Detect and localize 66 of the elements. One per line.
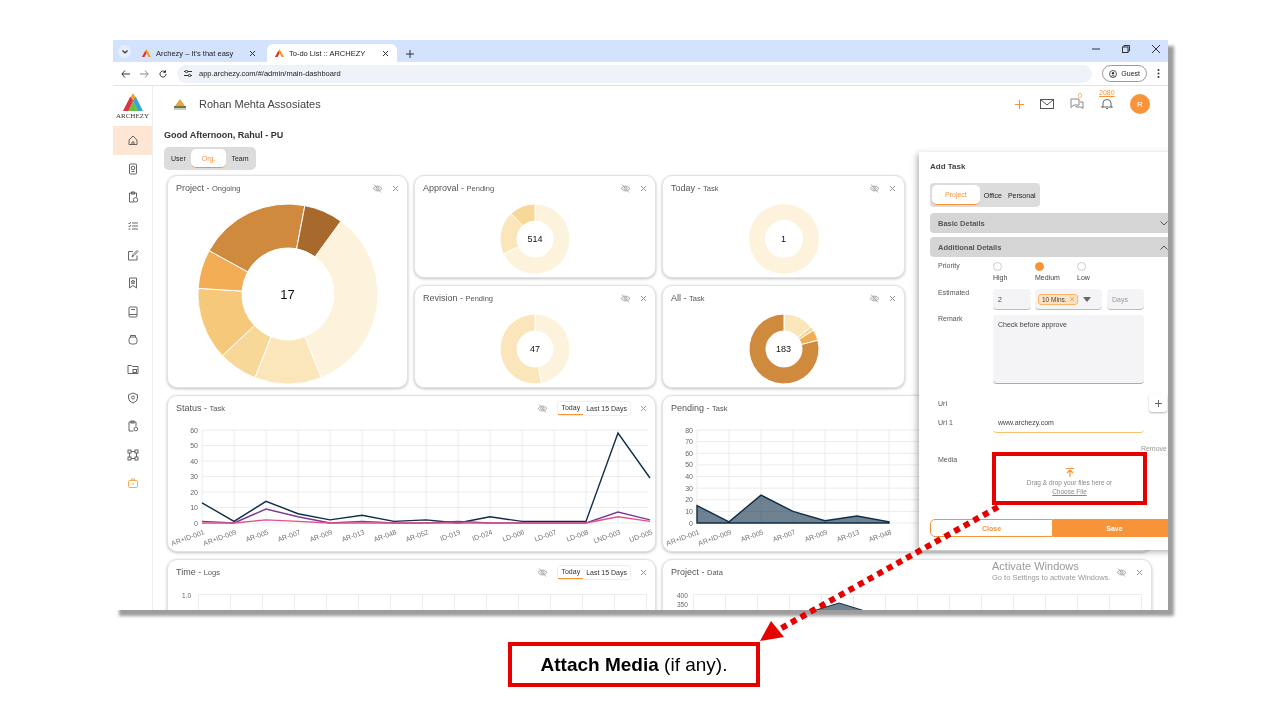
- donut-slice: [748, 203, 819, 274]
- close-icon[interactable]: [1152, 45, 1160, 53]
- cup-icon: [126, 334, 139, 347]
- chevron-up-icon[interactable]: [1160, 244, 1168, 250]
- restore-icon[interactable]: [1122, 45, 1130, 53]
- badge-icon: [126, 162, 139, 175]
- add-icon: [1154, 399, 1162, 407]
- add-icon[interactable]: [1015, 99, 1024, 109]
- hide-icon[interactable]: [620, 183, 631, 193]
- panel-title: Add Task: [930, 162, 967, 173]
- chart-total: 183: [776, 343, 791, 354]
- reload-icon[interactable]: [159, 69, 167, 78]
- archezy-logo-icon: [122, 92, 143, 111]
- more-icon[interactable]: [1157, 69, 1160, 78]
- radio-button[interactable]: [1035, 262, 1044, 271]
- minimize-icon[interactable]: [1092, 45, 1100, 53]
- close-icon[interactable]: [249, 49, 256, 57]
- home-icon: [126, 134, 139, 147]
- company-logo-icon: [172, 97, 188, 111]
- hide-icon[interactable]: [869, 183, 880, 193]
- hide-icon[interactable]: [537, 567, 549, 577]
- hide-icon[interactable]: [1116, 567, 1127, 577]
- network-icon: [126, 448, 139, 461]
- book-icon: [126, 305, 139, 318]
- close-icon[interactable]: [382, 49, 389, 57]
- greeting: Good Afternoon, Rahul - PU: [164, 130, 285, 140]
- activation-title: Activate Windows: [992, 560, 1080, 572]
- dropdown-caret-icon[interactable]: [1082, 296, 1091, 302]
- hide-icon[interactable]: [869, 293, 880, 303]
- forward-icon[interactable]: [140, 69, 149, 78]
- remove-chip-icon[interactable]: [1069, 297, 1074, 301]
- donut-slice: [499, 313, 543, 384]
- radio-button[interactable]: [1077, 262, 1086, 271]
- chevron-down-icon: [121, 49, 128, 54]
- chevron-down-icon[interactable]: [1160, 220, 1168, 226]
- briefcase-icon: [126, 477, 139, 490]
- archezy-logo-icon: [275, 49, 284, 57]
- donut-slice: [221, 324, 272, 378]
- mail-icon[interactable]: [1040, 99, 1054, 109]
- callout-text: Attach Media (if any).: [540, 653, 728, 676]
- clipboard-clock-icon: [126, 191, 139, 204]
- bell-icon[interactable]: [1100, 98, 1114, 110]
- site-info-icon[interactable]: [184, 70, 192, 77]
- add-url-button[interactable]: [1149, 394, 1167, 412]
- hide-icon[interactable]: [537, 403, 549, 413]
- company-name: Rohan Mehta Assosiates: [199, 98, 322, 110]
- upload-icon: [1065, 468, 1074, 477]
- shield-icon: [126, 391, 139, 404]
- chart-total: 1: [781, 233, 786, 244]
- bookmark-icon: [126, 277, 139, 290]
- hide-icon[interactable]: [620, 293, 631, 303]
- hide-icon[interactable]: [372, 183, 383, 193]
- radio-button[interactable]: [993, 262, 1002, 271]
- back-icon[interactable]: [121, 69, 130, 78]
- edit-icon: [126, 248, 139, 261]
- archezy-logo-icon: [142, 49, 151, 57]
- chart-total: 17: [280, 286, 295, 301]
- chart-total: 47: [530, 343, 540, 354]
- person-icon: [1109, 69, 1118, 78]
- folder-icon: [126, 363, 139, 376]
- checklist-icon: [126, 220, 139, 233]
- chart-total: 514: [527, 233, 543, 244]
- tab-list-button[interactable]: [118, 45, 131, 58]
- new-tab-icon[interactable]: [406, 50, 414, 58]
- chat-icon[interactable]: [1070, 98, 1084, 110]
- clipboard-gear-icon: [126, 420, 139, 433]
